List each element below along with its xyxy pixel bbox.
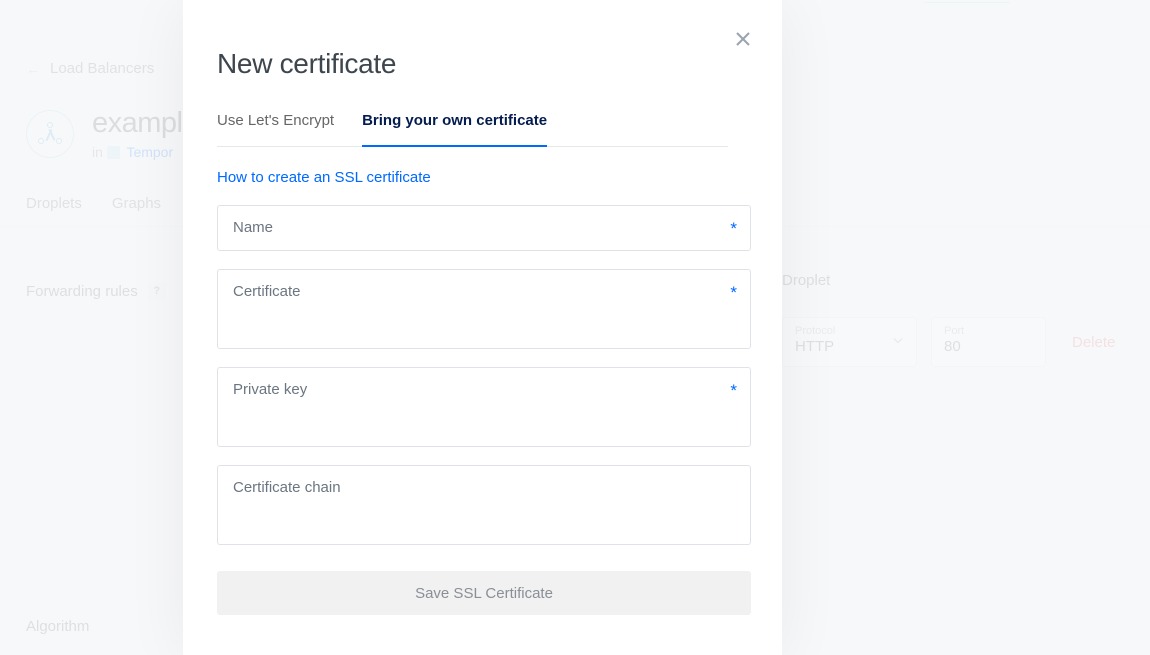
name-field[interactable]: Name *	[217, 205, 751, 251]
save-ssl-button[interactable]: Save SSL Certificate	[217, 571, 751, 615]
close-icon[interactable]	[734, 30, 754, 50]
certificate-field[interactable]: Certificate *	[217, 269, 751, 349]
tab-lets-encrypt[interactable]: Use Let's Encrypt	[217, 112, 334, 147]
certificate-chain-textarea[interactable]	[218, 466, 750, 544]
required-mark: *	[730, 381, 737, 401]
required-mark: *	[730, 219, 737, 239]
required-mark: *	[730, 283, 737, 303]
modal-title: New certificate	[217, 48, 728, 80]
private-key-textarea[interactable]	[218, 368, 750, 446]
help-link[interactable]: How to create an SSL certificate	[217, 169, 431, 186]
new-certificate-modal: New certificate Use Let's Encrypt Bring …	[183, 0, 782, 655]
tab-bring-your-own[interactable]: Bring your own certificate	[362, 112, 547, 147]
certificate-textarea[interactable]	[218, 270, 750, 348]
name-input[interactable]	[218, 206, 750, 250]
private-key-field[interactable]: Private key *	[217, 367, 751, 447]
modal-tabs: Use Let's Encrypt Bring your own certifi…	[217, 112, 728, 147]
certificate-chain-field[interactable]: Certificate chain	[217, 465, 751, 545]
